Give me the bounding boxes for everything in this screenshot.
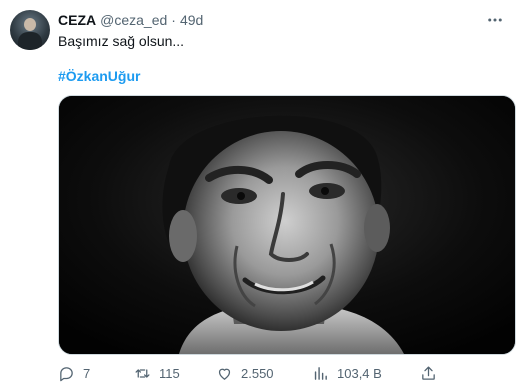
separator-dot: ·: [171, 12, 176, 28]
more-icon[interactable]: [484, 12, 506, 28]
tweet-header: CEZA @ceza_ed · 49d: [58, 10, 203, 30]
avatar[interactable]: [10, 10, 50, 50]
tweet-photo[interactable]: [58, 95, 516, 355]
avatar-head-shape: [24, 18, 36, 31]
tweet-timestamp[interactable]: 49d: [180, 12, 203, 28]
like-count: 2.550: [241, 365, 274, 381]
tweet-actions-bar: 7 115 2.550 103,4 B: [58, 364, 444, 382]
retweet-count: 115: [159, 365, 180, 381]
hashtag-link[interactable]: #ÖzkanUğur: [58, 68, 140, 84]
views-icon: [314, 366, 327, 380]
views-button[interactable]: 103,4 B: [312, 364, 382, 382]
like-icon: [218, 368, 231, 380]
avatar-body-shape: [18, 32, 42, 50]
tweet-text: Başımız sağ olsun...: [58, 33, 185, 49]
share-button[interactable]: [420, 364, 445, 382]
portrait-photo-image: [59, 96, 515, 354]
like-button[interactable]: 2.550: [216, 364, 274, 382]
view-count: 103,4 B: [337, 365, 382, 381]
retweet-button[interactable]: 115: [134, 364, 180, 382]
reply-button[interactable]: 7: [58, 364, 90, 382]
reply-count: 7: [83, 365, 91, 381]
display-name[interactable]: CEZA: [58, 12, 96, 28]
retweet-icon: [135, 368, 150, 378]
reply-icon: [60, 366, 73, 381]
share-icon: [422, 365, 435, 380]
user-handle[interactable]: @ceza_ed: [100, 12, 167, 28]
